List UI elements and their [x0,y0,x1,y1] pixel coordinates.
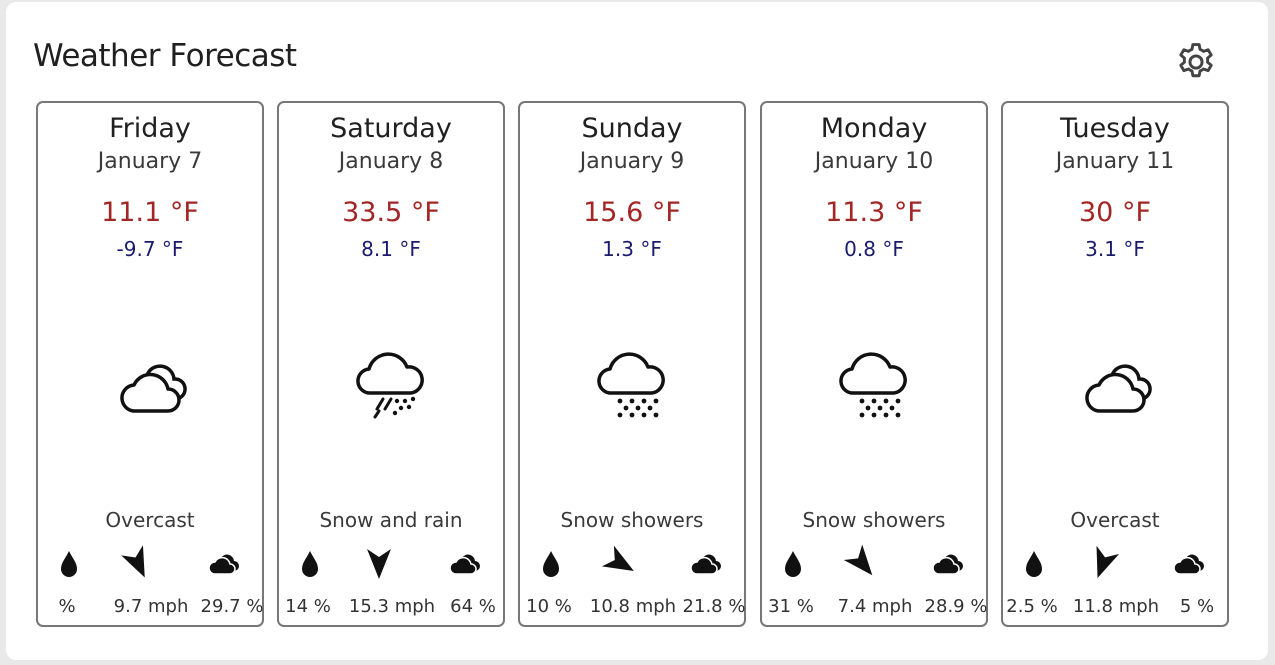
wind-direction-icon [843,544,873,576]
precipitation-icon [302,551,318,577]
wind-speed-value: 15.3 mph [348,596,436,617]
high-temp: 11.1 °F [101,197,199,228]
precipitation-value: % [58,596,76,617]
precipitation-value: 10 % [526,596,572,617]
day-date: January 11 [1055,149,1175,174]
wind-speed-value: 7.4 mph [837,596,913,617]
cloud-cover-value: 21.8 % [682,596,746,617]
day-date: January 7 [97,149,203,174]
page-title: Weather Forecast [33,38,297,74]
precipitation-icon [543,551,559,577]
low-temp: 0.8 °F [844,237,904,261]
day-date: January 10 [814,149,934,174]
overcast-icon [1085,364,1152,413]
day-name: Sunday [581,113,683,144]
high-temp: 11.3 °F [825,197,923,228]
overcast-icon [120,364,187,413]
wind-speed-value: 9.7 mph [113,596,189,617]
cloud-cover-value: 64 % [450,596,496,617]
precipitation-icon [1026,551,1042,577]
low-temp: 1.3 °F [602,237,662,261]
day-date: January 8 [338,149,444,174]
day-card-saturday: Saturday January 8 33.5 °F 8.1 °F Snow a… [277,101,505,627]
condition-label: Snow and rain [319,508,463,532]
gear-icon[interactable] [1174,40,1218,84]
condition-label: Snow showers [802,508,946,532]
wind-speed-value: 10.8 mph [589,596,677,617]
snow-and-rain-icon [356,352,424,419]
precipitation-value: 2.5 % [1006,596,1058,617]
condition-label: Snow showers [560,508,704,532]
high-temp: 15.6 °F [583,197,681,228]
day-card-sunday: Sunday January 9 15.6 °F 1.3 °F Snow sho… [518,101,746,627]
snow-showers-icon [597,352,665,418]
cloud-cover-icon [449,554,480,575]
wind-direction-icon [121,545,145,578]
precipitation-icon [61,551,77,577]
snow-showers-icon [839,352,907,418]
day-card-tuesday: Tuesday January 11 30 °F 3.1 °F Overcast… [1001,101,1229,627]
low-temp: -9.7 °F [116,237,184,261]
condition-label: Overcast [105,508,195,532]
weather-forecast-card: Weather Forecast Friday January 7 11.1 °… [6,2,1268,660]
condition-label: Overcast [1070,508,1160,532]
cloud-cover-icon [690,554,721,575]
low-temp: 3.1 °F [1085,237,1145,261]
high-temp: 33.5 °F [342,197,440,228]
wind-direction-icon [601,545,634,571]
day-name: Tuesday [1060,113,1170,144]
wind-direction-icon [367,549,391,579]
high-temp: 30 °F [1079,197,1151,228]
day-name: Monday [820,113,928,144]
day-card-friday: Friday January 7 11.1 °F -9.7 °F Overcas… [36,101,264,627]
day-date: January 9 [579,149,685,174]
cloud-cover-value: 29.7 % [200,596,264,617]
precipitation-value: 31 % [768,596,814,617]
cloud-cover-icon [932,554,963,575]
wind-speed-value: 11.8 mph [1072,596,1160,617]
cloud-cover-value: 5 % [1179,596,1215,617]
day-card-monday: Monday January 10 11.3 °F 0.8 °F Snow sh… [760,101,988,627]
cloud-cover-icon [1173,554,1204,575]
cloud-cover-icon [208,554,239,575]
low-temp: 8.1 °F [361,237,421,261]
cloud-cover-value: 28.9 % [924,596,988,617]
day-name: Saturday [330,113,452,144]
day-name: Friday [109,113,191,144]
wind-direction-icon [1096,545,1120,579]
precipitation-icon [785,551,801,577]
precipitation-value: 14 % [285,596,331,617]
